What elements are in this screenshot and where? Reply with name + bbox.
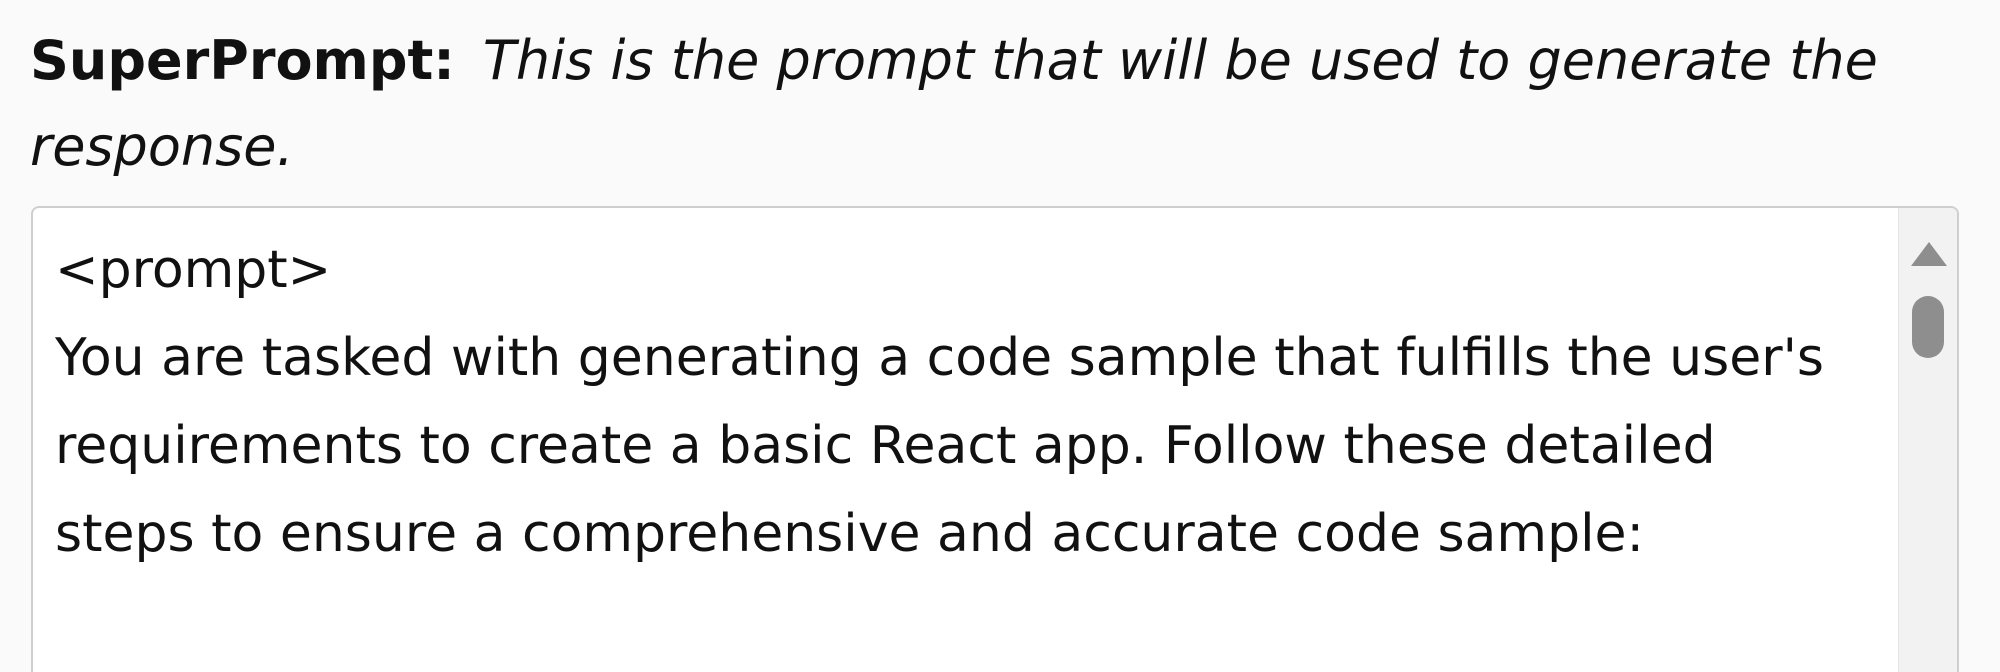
superprompt-label: SuperPrompt: xyxy=(30,29,455,92)
textarea-scrollbar[interactable] xyxy=(1898,208,1957,672)
superprompt-header: SuperPrompt: This is the prompt that will… xyxy=(30,18,1970,190)
scrollbar-thumb[interactable] xyxy=(1912,296,1944,358)
superprompt-textarea-container[interactable]: <prompt> You are tasked with generating … xyxy=(31,206,1959,672)
superprompt-textarea[interactable]: <prompt> You are tasked with generating … xyxy=(55,226,1855,672)
scroll-up-icon[interactable] xyxy=(1911,242,1947,266)
